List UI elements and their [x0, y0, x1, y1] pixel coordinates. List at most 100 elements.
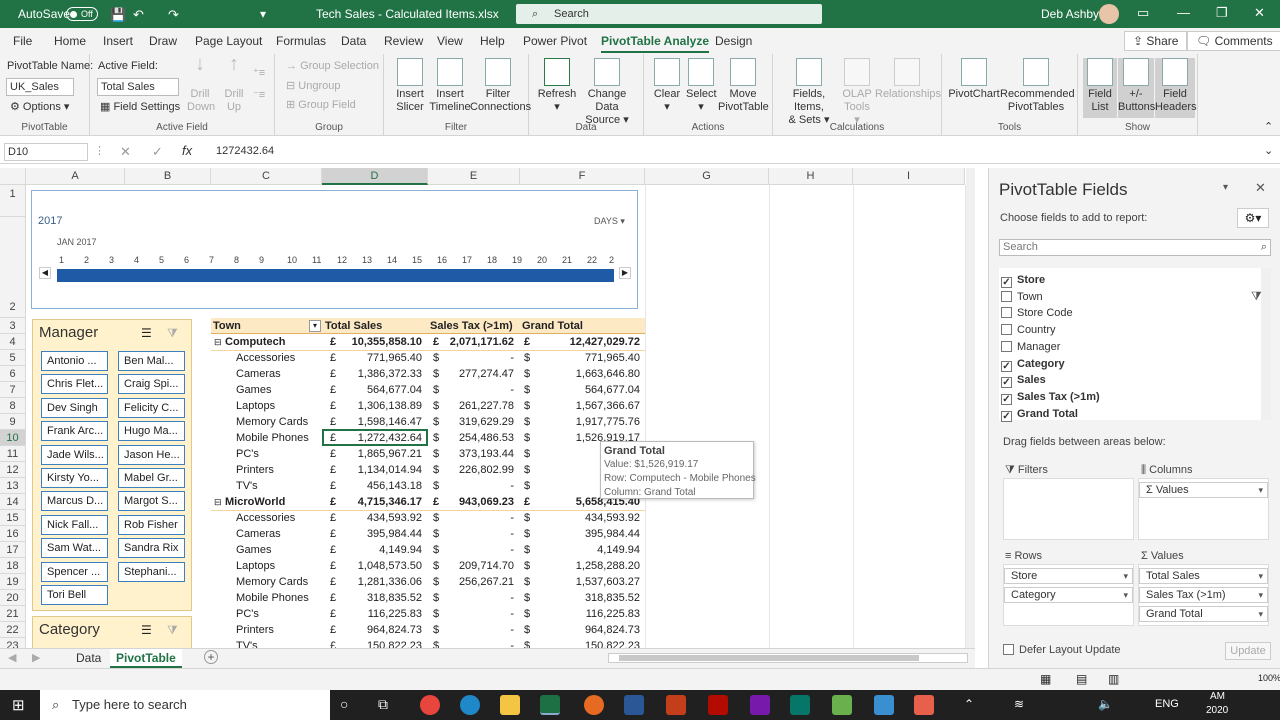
total-sales-cell[interactable]: 395,984.44	[330, 526, 422, 542]
col-header-g[interactable]: G	[645, 168, 769, 185]
total-sales-cell[interactable]: 771,965.40	[330, 350, 422, 366]
group-field-button[interactable]: ⊞ Group Field	[286, 98, 356, 111]
field-list-button[interactable]: Field List	[1083, 58, 1117, 118]
cancel-icon[interactable]: ✕	[120, 144, 131, 160]
row-label-item[interactable]: Games	[236, 542, 271, 558]
publisher-icon[interactable]	[790, 695, 810, 715]
chrome-icon[interactable]	[420, 695, 440, 715]
row-header[interactable]: 3	[0, 318, 26, 334]
slicer-item[interactable]: Craig Spi...	[118, 374, 185, 395]
tab-power-pivot[interactable]: Power Pivot	[523, 34, 587, 48]
sales-tax-cell[interactable]: 943,069.23	[433, 494, 514, 510]
tab-insert[interactable]: Insert	[103, 34, 133, 48]
pivotchart-button[interactable]: PivotChart	[948, 58, 1000, 101]
expand-formula-icon[interactable]: ⌄	[1264, 144, 1273, 157]
insert-slicer-button[interactable]: Insert Slicer	[392, 58, 428, 114]
checkbox-icon[interactable]: ✓	[1001, 277, 1012, 288]
cortana-icon[interactable]: ○	[340, 696, 348, 712]
row-label-item[interactable]: Laptops	[236, 558, 275, 574]
row-label-item[interactable]: PC's	[236, 446, 259, 462]
taskbar-search[interactable]: ⌕ Type here to search	[40, 690, 330, 720]
timeline-day-label[interactable]: 12	[337, 255, 347, 265]
col-header-a[interactable]: A	[26, 168, 125, 185]
col-header-h[interactable]: H	[769, 168, 853, 185]
field-item[interactable]: Country	[1001, 322, 1056, 338]
row-label-item[interactable]: Mobile Phones	[236, 430, 309, 446]
timeline-day-label[interactable]: 15	[412, 255, 422, 265]
timeline-day-label[interactable]: 21	[562, 255, 572, 265]
horizontal-scrollbar[interactable]	[608, 653, 968, 663]
tab-view[interactable]: View	[437, 34, 463, 48]
timeline-day-label[interactable]: 14	[387, 255, 397, 265]
customize-qat-icon[interactable]: ▾	[260, 7, 266, 21]
slicer-item[interactable]: Spencer ...	[41, 561, 108, 582]
slicer-item[interactable]: Tori Bell	[41, 585, 108, 605]
timeline-day-label[interactable]: 20	[537, 255, 547, 265]
rows-area[interactable]: Store ▾ Category ▾	[1003, 564, 1134, 626]
formula-input[interactable]: 1272432.64	[216, 145, 274, 157]
zoom-level[interactable]: 100%	[1258, 673, 1280, 683]
grand-total-cell[interactable]: 964,824.73	[524, 622, 640, 638]
user-name[interactable]: Deb Ashby	[1041, 7, 1099, 21]
sales-tax-cell[interactable]: 261,227.78	[433, 398, 514, 414]
field-item[interactable]: ✓ Store	[1001, 272, 1045, 288]
sales-tax-cell[interactable]: 277,274.47	[433, 366, 514, 382]
horizontal-scroll-thumb[interactable]	[619, 655, 919, 661]
checkbox-icon[interactable]	[1001, 290, 1012, 302]
total-sales-cell[interactable]: 1,306,138.89	[330, 398, 422, 414]
formula-more-icon[interactable]: ⋮	[94, 144, 105, 157]
col-header-d[interactable]: D	[322, 168, 428, 185]
windows-start-icon[interactable]: ⊞	[12, 696, 25, 714]
values-area[interactable]: Total Sales ▾ Sales Tax (>1m) ▾ Grand Tota…	[1138, 564, 1269, 626]
grand-total-cell[interactable]: 771,965.40	[524, 350, 640, 366]
col-header-b[interactable]: B	[125, 168, 211, 185]
insert-timeline-button[interactable]: Insert Timeline	[428, 58, 472, 114]
row-header[interactable]: 22	[0, 622, 26, 638]
select-all-corner[interactable]	[0, 168, 26, 185]
search-box[interactable]: ⌕ Search	[516, 4, 822, 24]
sales-tax-cell[interactable]: -	[433, 590, 514, 606]
timeline-day-label[interactable]: 3	[109, 255, 114, 265]
tab-home[interactable]: Home	[54, 34, 86, 48]
rows-chip-category[interactable]: Category ▾	[1004, 587, 1133, 603]
checkbox-icon[interactable]	[1001, 340, 1012, 352]
sales-tax-cell[interactable]: -	[433, 526, 514, 542]
row-filter-dropdown-icon[interactable]: ▾	[309, 320, 321, 332]
row-label-item[interactable]: TV's	[236, 478, 258, 494]
row-header[interactable]: 21	[0, 606, 26, 622]
col-header-c[interactable]: C	[211, 168, 322, 185]
group-selection-button[interactable]: → Group Selection	[286, 60, 379, 72]
file-explorer-icon[interactable]	[500, 695, 520, 715]
collapse-icon[interactable]: ⊟	[214, 334, 222, 350]
collapse-field-icon[interactable]: ⁻≡	[253, 88, 265, 101]
row-label-item[interactable]: Memory Cards	[236, 414, 308, 430]
tab-formulas[interactable]: Formulas	[276, 34, 326, 48]
clock-date[interactable]: 2020	[1206, 705, 1228, 716]
total-sales-cell[interactable]: 1,281,336.06	[330, 574, 422, 590]
task-view-icon[interactable]: ⧉	[378, 696, 388, 713]
rows-chip-store[interactable]: Store ▾	[1004, 568, 1133, 584]
tab-help[interactable]: Help	[480, 34, 505, 48]
sheet-tab-pivottable[interactable]: PivotTable	[110, 649, 182, 668]
clear-filter-icon[interactable]: ⧩	[167, 623, 178, 638]
field-item[interactable]: Manager	[1001, 339, 1060, 355]
checkbox-icon[interactable]: ✓	[1001, 360, 1012, 372]
comments-button[interactable]: 🗨 Comments	[1187, 31, 1280, 51]
checkbox-icon[interactable]	[1001, 324, 1012, 336]
row-header[interactable]: 1	[0, 185, 26, 217]
pane-options-icon[interactable]: ▾	[1223, 182, 1228, 193]
slicer-item[interactable]: Mabel Gr...	[118, 468, 185, 488]
col-header-i[interactable]: I	[853, 168, 965, 185]
recommended-pivottables-button[interactable]: Recommended PivotTables	[1000, 58, 1075, 114]
slicer-item[interactable]: Frank Arc...	[41, 421, 108, 442]
snagit-icon[interactable]	[874, 695, 894, 715]
select-button[interactable]: Select ▾	[686, 58, 717, 114]
total-sales-cell[interactable]: 1,386,372.33	[330, 366, 422, 382]
volume-icon[interactable]: 🔈	[1098, 697, 1113, 711]
grand-total-cell[interactable]: 395,984.44	[524, 526, 640, 542]
grand-total-cell[interactable]: 116,225.83	[524, 606, 640, 622]
total-sales-cell[interactable]: 1,048,573.50	[330, 558, 422, 574]
language-indicator[interactable]: ENG	[1155, 698, 1179, 710]
tab-review[interactable]: Review	[384, 34, 423, 48]
row-header[interactable]: 12	[0, 462, 26, 478]
